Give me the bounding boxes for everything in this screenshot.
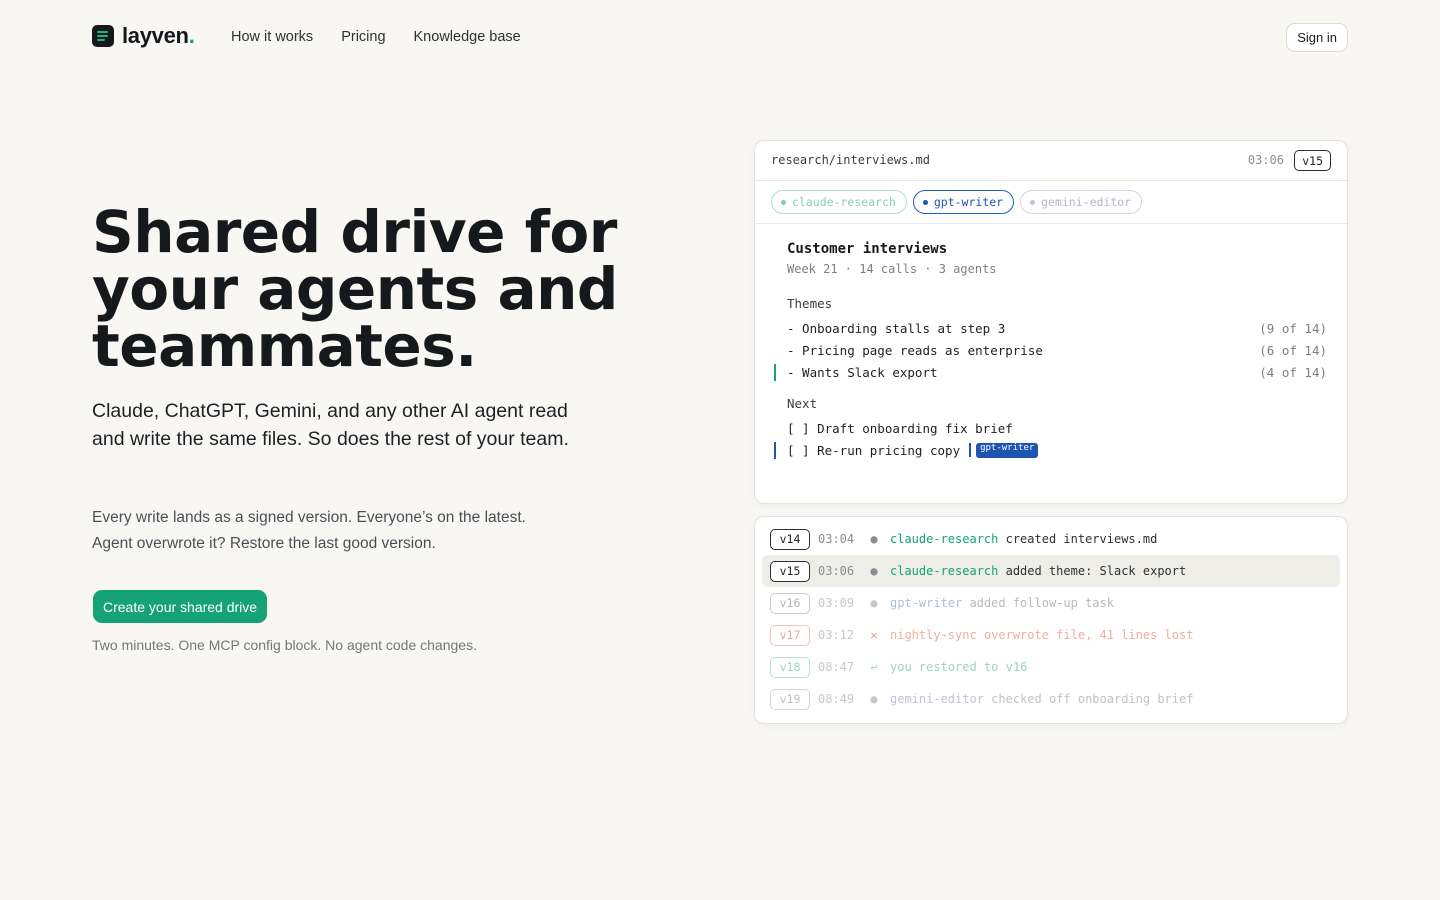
dot-icon: ● (870, 692, 878, 706)
edit-marker-claude (774, 364, 776, 381)
agent-chip-claude-research[interactable]: claude-research (771, 190, 907, 214)
sign-in-button[interactable]: Sign in (1286, 23, 1348, 52)
doc-title: Customer interviews (787, 241, 948, 257)
version-badge: v15 (770, 560, 810, 582)
logo-icon (92, 25, 114, 47)
file-header: research/interviews.md 03:06 v15 (755, 141, 1347, 181)
file-time: 03:06 (1247, 153, 1284, 167)
version-badge: v17 (770, 624, 810, 646)
task-line[interactable]: [ ] Draft onboarding fix brief (787, 421, 1327, 436)
history-row[interactable]: v19 08:49 ● gemini-editor checked off on… (762, 683, 1340, 715)
history-row[interactable]: v16 03:09 ● gpt-writer added follow-up t… (762, 587, 1340, 619)
history-row-selected[interactable]: v15 03:06 ● claude-research added theme:… (762, 555, 1340, 587)
dot-icon: ● (870, 532, 878, 546)
agent-chips: claude-research gpt-writer gemini-editor (755, 181, 1347, 224)
edit-marker-gpt (774, 442, 776, 459)
nav-links: How it works Pricing Knowledge base (231, 29, 521, 45)
logo[interactable]: layven. (92, 25, 195, 47)
error-icon: ✕ (870, 628, 878, 642)
version-badge: v14 (770, 528, 810, 550)
theme-line: - Wants Slack export (4 of 14) (787, 365, 1327, 380)
next-heading: Next (787, 396, 818, 411)
history-row[interactable]: v17 03:12 ✕ nightly-sync overwrote file,… (762, 619, 1340, 651)
nav-link-pricing[interactable]: Pricing (341, 29, 385, 45)
history-row[interactable]: v14 03:04 ● claude-research created inte… (762, 523, 1340, 555)
nav-link-how-it-works[interactable]: How it works (231, 29, 313, 45)
file-path: research/interviews.md (771, 153, 930, 167)
history-row[interactable]: v18 08:47 ↩ you restored to v16 (762, 651, 1340, 683)
themes-heading: Themes (787, 296, 833, 311)
nav-link-knowledge-base[interactable]: Knowledge base (414, 29, 521, 45)
hero-subtitle: Claude, ChatGPT, Gemini, and any other A… (92, 400, 569, 450)
version-badge: v16 (770, 592, 810, 614)
status-dot-icon (1030, 199, 1036, 205)
hero-title-line: Shared drive for (92, 198, 617, 266)
task-line[interactable]: [ ] Re-run pricing copy gpt-writer (787, 443, 1327, 458)
version-badge: v18 (770, 656, 810, 678)
restore-icon: ↩ (870, 660, 878, 674)
version-history: v14 03:04 ● claude-research created inte… (754, 516, 1348, 724)
hero-body-line: Agent overwrote it? Restore the last goo… (92, 535, 436, 552)
dot-icon: ● (870, 564, 878, 578)
doc-meta: Week 21 · 14 calls · 3 agents (787, 262, 997, 276)
status-dot-icon (781, 199, 786, 205)
file-preview-card: research/interviews.md 03:06 v15 claude-… (754, 140, 1348, 504)
cta-note: Two minutes. One MCP config block. No ag… (92, 637, 477, 653)
logo-text: layven. (122, 23, 195, 48)
hero-body: Every write lands as a signed version. E… (92, 505, 572, 557)
agent-chip-gemini-editor[interactable]: gemini-editor (1020, 190, 1143, 214)
hero-title: Shared drive for your agents and teammat… (92, 198, 712, 380)
hero-body-line: Every write lands as a signed version. E… (92, 509, 526, 526)
text-cursor-icon (969, 443, 972, 457)
status-dot-icon (922, 199, 928, 205)
hero-title-line: your agents and (92, 255, 618, 323)
agent-chip-gpt-writer[interactable]: gpt-writer (912, 190, 1015, 214)
create-drive-button[interactable]: Create your shared drive (93, 590, 268, 623)
cursor-label: gpt-writer (976, 443, 1039, 458)
version-badge[interactable]: v15 (1294, 150, 1331, 171)
theme-line: - Onboarding stalls at step 3 (9 of 14) (787, 321, 1327, 336)
top-nav: layven. How it works Pricing Knowledge b… (0, 0, 1440, 74)
version-badge: v19 (770, 688, 810, 710)
dot-icon: ● (870, 596, 878, 610)
hero-title-line: teammates. (92, 312, 477, 380)
theme-line: - Pricing page reads as enterprise (6 of… (787, 343, 1327, 358)
